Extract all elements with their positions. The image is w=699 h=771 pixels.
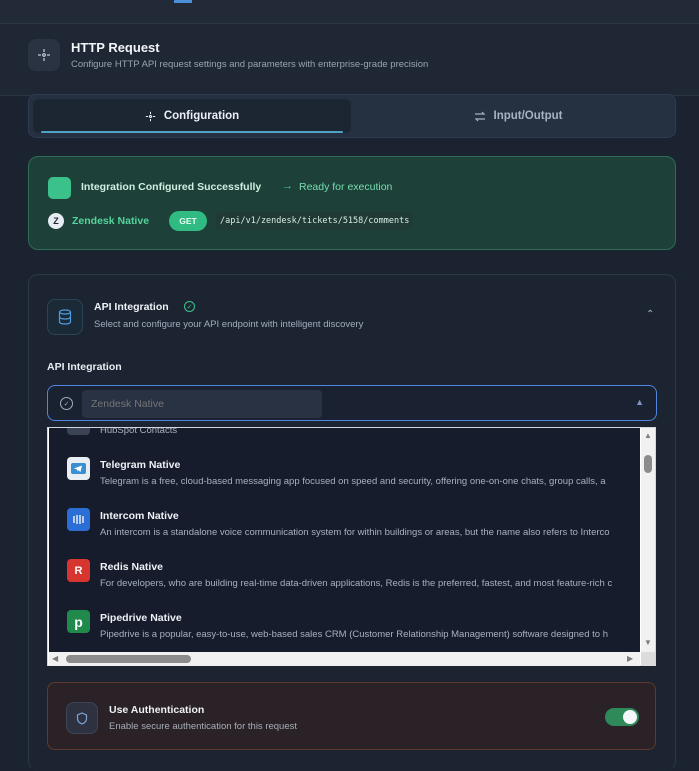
scroll-left-icon[interactable]: ◀ [52, 654, 58, 663]
list-item-description: An intercom is a standalone voice commun… [100, 527, 610, 538]
telegram-icon [67, 457, 90, 480]
shield-icon [66, 702, 98, 734]
collapse-chevron-icon[interactable]: ⌃ [646, 309, 654, 320]
dropdown-list: HubSpot Contacts Telegram Native Telegra… [49, 428, 640, 652]
check-circle-icon: ✓ [60, 397, 73, 410]
http-node-icon [28, 39, 60, 71]
method-badge: GET [169, 211, 207, 231]
integration-search-input[interactable] [82, 390, 322, 418]
authentication-toggle[interactable] [605, 708, 639, 726]
horizontal-scrollbar[interactable]: ◀ ▶ [49, 652, 640, 666]
chevron-up-icon[interactable]: ▲ [635, 397, 644, 407]
list-item-name: Pipedrive Native [100, 612, 182, 624]
endpoint-path: /api/v1/zendesk/tickets/5158/comments [216, 212, 414, 230]
integration-name: Zendesk Native [72, 215, 150, 227]
scroll-up-icon[interactable]: ▲ [644, 431, 652, 440]
panel-title: API Integration [94, 301, 169, 313]
list-item[interactable]: Intercom Native An intercom is a standal… [49, 500, 640, 551]
list-item-description: Telegram is a free, cloud-based messagin… [100, 476, 606, 487]
scroll-right-icon[interactable]: ▶ [627, 654, 633, 663]
redis-icon: R [67, 559, 90, 582]
tab-input-output[interactable]: Input/Output [359, 99, 677, 133]
hubspot-icon [67, 428, 90, 435]
horizontal-scroll-thumb[interactable] [66, 655, 191, 663]
api-integration-select[interactable]: ✓ ▲ [47, 385, 657, 421]
list-item-name: Intercom Native [100, 510, 179, 522]
list-item[interactable]: R Redis Native For developers, who are b… [49, 551, 640, 602]
list-item-name: Telegram Native [100, 459, 181, 471]
integration-dropdown: HubSpot Contacts Telegram Native Telegra… [47, 427, 656, 666]
tab-configuration[interactable]: Configuration [33, 99, 351, 133]
database-icon [47, 299, 83, 335]
success-badge [48, 177, 71, 199]
top-accent [174, 0, 192, 3]
list-item-description: For developers, who are building real-ti… [100, 578, 613, 589]
toggle-knob [623, 710, 637, 724]
success-status: Ready for execution [299, 181, 393, 193]
page-subtitle: Configure HTTP API request settings and … [71, 59, 429, 70]
list-item[interactable]: p Pipedrive Native Pipedrive is a popula… [49, 602, 640, 652]
field-label: API Integration [47, 361, 122, 373]
tab-bar: Configuration Input/Output [28, 94, 676, 138]
tab-configuration-label: Configuration [163, 110, 240, 122]
scrollbar-corner [641, 652, 655, 666]
auth-title: Use Authentication [109, 704, 205, 716]
success-banner: Integration Configured Successfully → Re… [28, 156, 676, 250]
list-item[interactable]: Telegram Native Telegram is a free, clou… [49, 449, 640, 500]
intercom-icon [67, 508, 90, 531]
node-header: HTTP Request Configure HTTP API request … [0, 24, 699, 96]
arrow-right-icon: → [282, 180, 293, 192]
zendesk-icon: Z [48, 213, 64, 229]
success-title: Integration Configured Successfully [81, 181, 262, 193]
check-circle-icon: ✓ [184, 301, 195, 312]
page-title: HTTP Request [71, 40, 160, 55]
list-item-name: HubSpot Contacts [100, 428, 178, 436]
vertical-scrollbar[interactable]: ▲ ▼ [641, 428, 655, 652]
tab-input-output-label: Input/Output [493, 110, 563, 122]
list-item-description: Pipedrive is a popular, easy-to-use, web… [100, 629, 608, 640]
vertical-scroll-thumb[interactable] [644, 455, 652, 473]
settings-icon [145, 111, 156, 121]
scroll-down-icon[interactable]: ▼ [644, 638, 652, 647]
list-item-name: Redis Native [100, 561, 164, 573]
top-strip [0, 0, 699, 24]
authentication-card: Use Authentication Enable secure authent… [47, 682, 656, 750]
pipedrive-icon: p [67, 610, 90, 633]
swap-icon [474, 111, 485, 121]
panel-subtitle: Select and configure your API endpoint w… [94, 319, 364, 330]
auth-subtitle: Enable secure authentication for this re… [109, 721, 298, 732]
